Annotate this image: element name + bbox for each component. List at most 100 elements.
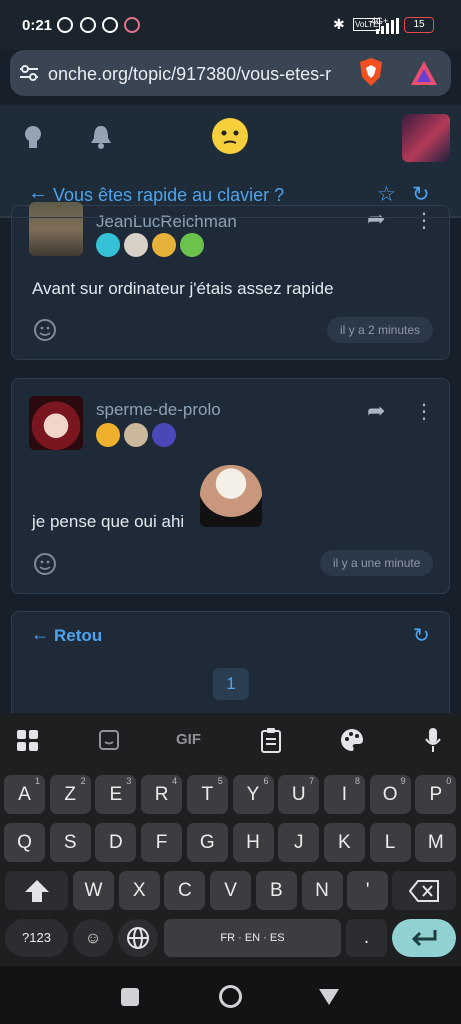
key-v[interactable]: V: [210, 871, 252, 910]
post-card: JeanLucReichman ➦ ⋮ Avant sur ordinateur…: [11, 202, 450, 360]
more-options-icon[interactable]: ⋮: [414, 399, 434, 424]
emoji-key[interactable]: ☺: [73, 919, 113, 957]
badge-icon: [124, 423, 148, 447]
key-t[interactable]: T5: [186, 775, 228, 814]
key-z[interactable]: Z2: [49, 775, 91, 814]
key-apostrophe[interactable]: ': [347, 871, 389, 910]
app-icon: [124, 17, 140, 33]
clipboard-icon[interactable]: [260, 727, 282, 753]
period-key[interactable]: .: [346, 919, 387, 957]
refresh-icon[interactable]: ↻: [412, 182, 430, 207]
key-m[interactable]: M: [415, 823, 457, 862]
key-i[interactable]: I8: [323, 775, 365, 814]
recents-icon[interactable]: [121, 988, 139, 1006]
key-u[interactable]: U7: [278, 775, 320, 814]
key-y[interactable]: Y6: [232, 775, 274, 814]
star-icon[interactable]: ☆: [377, 182, 396, 207]
post-avatar[interactable]: [29, 202, 83, 256]
home-icon[interactable]: [219, 985, 242, 1008]
apps-icon[interactable]: [16, 729, 40, 753]
address-bar[interactable]: onche.org/topic/917380/vous-etes-r: [10, 50, 451, 96]
site-logo-icon[interactable]: [211, 117, 249, 155]
key-g[interactable]: G: [186, 823, 228, 862]
key-l[interactable]: L: [369, 823, 411, 862]
key-hint: 3: [126, 776, 132, 786]
more-options-icon[interactable]: ⋮: [414, 208, 434, 233]
back-arrow-icon[interactable]: ←: [31, 624, 49, 645]
shift-icon: [25, 880, 49, 902]
notification-icon: [80, 17, 96, 33]
accessibility-icon: [102, 17, 118, 33]
key-x[interactable]: X: [118, 871, 160, 910]
key-p[interactable]: P0: [415, 775, 457, 814]
post-text: je pense que oui ahi: [32, 512, 185, 531]
key-j[interactable]: J: [278, 823, 320, 862]
key-k[interactable]: K: [323, 823, 365, 862]
post-card: sperme-de-prolo ➦ ⋮ je pense que oui ahi…: [11, 378, 450, 594]
backspace-icon: [409, 880, 439, 902]
space-key[interactable]: FR · EN · ES: [164, 919, 341, 957]
brave-shield-icon[interactable]: [358, 57, 384, 87]
user-avatar[interactable]: [402, 114, 450, 162]
key-s[interactable]: S: [49, 823, 91, 862]
key-hint: 9: [400, 776, 406, 786]
symbols-key[interactable]: ?123: [5, 919, 68, 957]
refresh-icon[interactable]: ↻: [413, 623, 430, 648]
badge-icon: [152, 423, 176, 447]
key-c[interactable]: C: [164, 871, 206, 910]
key-o[interactable]: O9: [369, 775, 411, 814]
share-icon[interactable]: ➦: [367, 398, 385, 424]
sticker-icon[interactable]: [98, 729, 120, 751]
palette-icon[interactable]: [340, 728, 364, 752]
post-text: Avant sur ordinateur j'étais assez rapid…: [32, 279, 334, 298]
sticker-image: [200, 465, 262, 527]
key-hint: 1: [34, 776, 40, 786]
back-icon[interactable]: [318, 988, 340, 1006]
post-author[interactable]: sperme-de-prolo: [96, 400, 221, 420]
key-q[interactable]: Q: [4, 823, 45, 862]
url-text[interactable]: onche.org/topic/917380/vous-etes-r: [48, 64, 344, 85]
key-hint: 7: [309, 776, 315, 786]
back-link[interactable]: Retou: [54, 626, 102, 646]
post-author[interactable]: JeanLucReichman: [96, 212, 237, 232]
shift-key[interactable]: [5, 871, 68, 910]
key-hint: 4: [172, 776, 178, 786]
key-d[interactable]: D: [95, 823, 137, 862]
brave-rewards-icon[interactable]: [410, 60, 438, 86]
status-bar: 0:21 ✱ VoLTE 4G+ 15: [0, 0, 461, 50]
topic-title: Vous êtes rapide au clavier ?: [53, 185, 285, 205]
key-a[interactable]: A1: [4, 775, 45, 814]
key-h[interactable]: H: [232, 823, 274, 862]
add-reaction-icon[interactable]: [33, 317, 59, 343]
signal-icon: [376, 18, 399, 34]
share-icon[interactable]: ➦: [367, 206, 385, 232]
badge-icon: [152, 233, 176, 257]
post-timestamp: il y a une minute: [320, 550, 434, 576]
key-r[interactable]: R4: [141, 775, 183, 814]
key-hint: 5: [217, 776, 223, 786]
lightbulb-icon[interactable]: [23, 124, 43, 152]
bell-icon[interactable]: [90, 124, 112, 152]
key-w[interactable]: W: [73, 871, 114, 910]
site-header: [0, 105, 461, 171]
page-number[interactable]: 1: [213, 668, 249, 700]
key-e[interactable]: E3: [95, 775, 137, 814]
mic-icon[interactable]: [424, 727, 442, 753]
site-settings-icon[interactable]: [19, 64, 39, 82]
key-hint: 2: [80, 776, 86, 786]
language-key[interactable]: [118, 919, 158, 957]
key-n[interactable]: N: [301, 871, 343, 910]
key-hint: 8: [354, 776, 360, 786]
key-b[interactable]: B: [255, 871, 297, 910]
key-f[interactable]: F: [141, 823, 183, 862]
backspace-key[interactable]: [392, 871, 456, 910]
emoji-icon: ☺: [84, 930, 102, 947]
enter-key[interactable]: [392, 919, 456, 957]
add-reaction-icon[interactable]: [33, 551, 59, 577]
gif-button[interactable]: GIF: [176, 731, 201, 748]
badge-icon: [96, 423, 120, 447]
post-avatar[interactable]: [29, 396, 83, 450]
enter-icon: [411, 930, 437, 947]
battery-icon: 15: [404, 17, 434, 33]
post-timestamp: il y a 2 minutes: [327, 317, 434, 343]
